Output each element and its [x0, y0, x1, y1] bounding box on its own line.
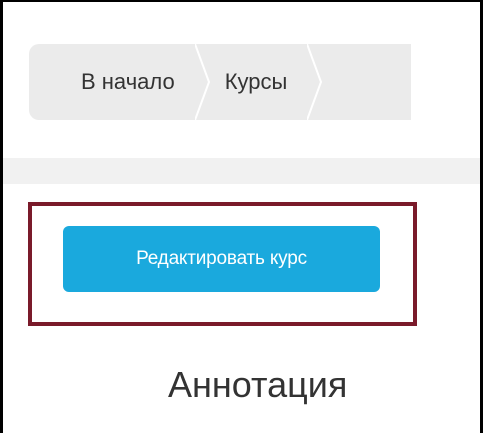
header-divider-band: [3, 158, 480, 184]
breadcrumb-item-courses[interactable]: Курсы: [208, 44, 323, 120]
chevron-right-icon: [194, 44, 210, 120]
breadcrumb: В начало Курсы: [29, 44, 480, 120]
chevron-right-icon: [307, 44, 323, 120]
edit-course-button[interactable]: Редактировать курс: [63, 226, 380, 292]
breadcrumb-item-label: Курсы: [224, 69, 288, 94]
edit-course-button-label: Редактировать курс: [136, 248, 307, 269]
breadcrumb-item-label: В начало: [81, 69, 175, 94]
page-frame: В начало Курсы Редактировать курс Аннота…: [0, 0, 483, 433]
breadcrumb-item-home[interactable]: В начало: [29, 44, 210, 120]
section-title: Аннотация: [168, 364, 348, 405]
